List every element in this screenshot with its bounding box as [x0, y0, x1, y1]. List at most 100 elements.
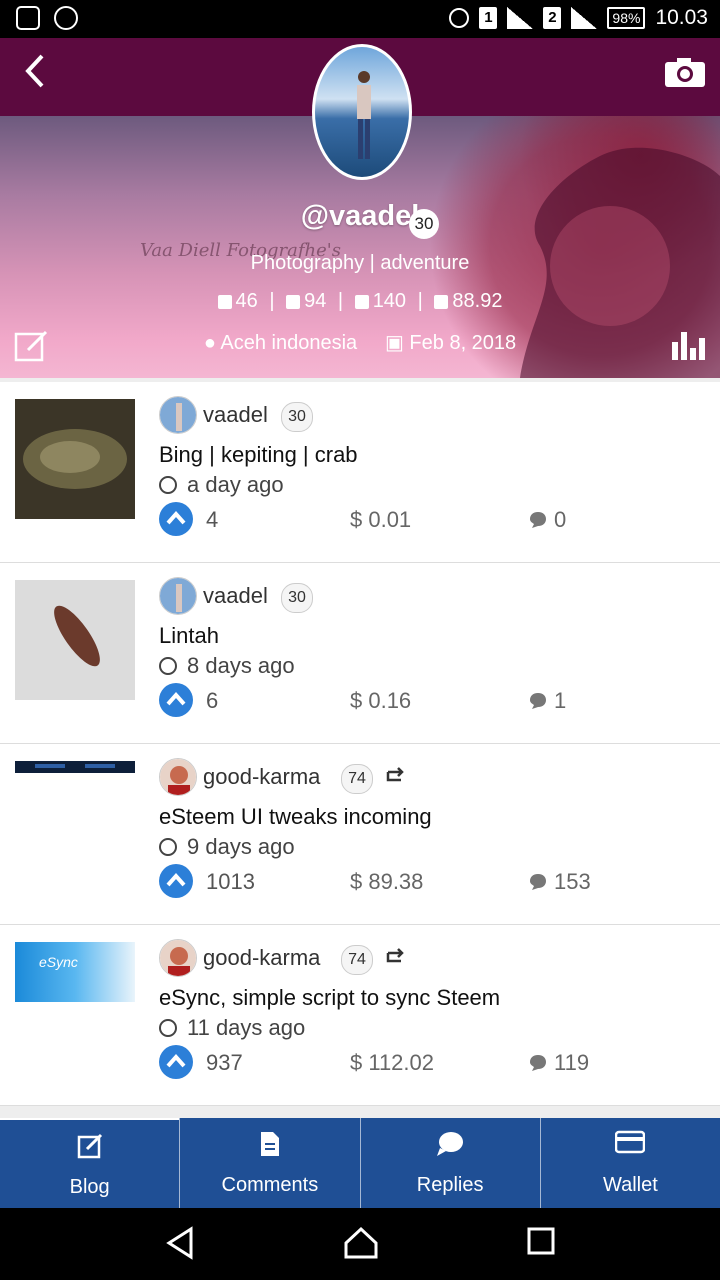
upvote-chevron-icon	[166, 691, 186, 706]
post-author[interactable]: good-karma	[203, 945, 320, 971]
post-author[interactable]: vaadel	[203, 402, 268, 428]
speech-bubble-icon	[437, 1132, 464, 1156]
comment-icon	[530, 1055, 546, 1071]
credit-card-icon	[615, 1130, 646, 1154]
post-time: 9 days ago	[187, 834, 295, 859]
post-time-row: 8 days ago	[159, 653, 295, 679]
blog-feed[interactable]: vaadel 30 Bing | kepiting | crab a day a…	[0, 378, 720, 1118]
profile-location-row: ● Aceh indonesia ▣ Feb 8, 2018	[0, 330, 720, 355]
upvote-button[interactable]	[159, 683, 193, 717]
post-title[interactable]: eSteem UI tweaks incoming	[159, 804, 432, 830]
author-reputation: 74	[341, 764, 373, 794]
tab-wallet[interactable]: Wallet	[539, 1118, 720, 1208]
back-button[interactable]	[18, 52, 50, 90]
post-time: a day ago	[187, 472, 284, 497]
upvote-chevron-icon	[166, 872, 186, 887]
camera-icon	[665, 58, 705, 87]
vote-count[interactable]: 937	[206, 1050, 243, 1076]
vote-count[interactable]: 4	[206, 507, 218, 533]
comment-icon	[530, 512, 546, 528]
tab-label: Comments	[221, 1174, 319, 1196]
comment-count[interactable]: 119	[554, 1050, 589, 1076]
edit-icon	[77, 1133, 102, 1159]
post-card[interactable]: vaadel 30 Lintah 8 days ago 6 $ 0.16 1	[0, 563, 720, 744]
comment-count[interactable]: 1	[554, 688, 566, 714]
post-thumbnail[interactable]	[15, 580, 135, 700]
post-author[interactable]: good-karma	[203, 764, 320, 790]
author-avatar[interactable]	[159, 577, 197, 615]
resteem-icon	[386, 948, 404, 963]
profile-avatar[interactable]	[312, 44, 412, 180]
post-author[interactable]: vaadel	[203, 583, 268, 609]
back-nav-icon[interactable]	[165, 1226, 195, 1260]
avatar-person-figure	[357, 71, 371, 159]
profile-location: Aceh indonesia	[220, 332, 358, 354]
post-time: 8 days ago	[187, 653, 295, 678]
post-title[interactable]: Bing | kepiting | crab	[159, 442, 358, 468]
followers-count: 94	[304, 290, 327, 312]
tab-label: Blog	[69, 1176, 110, 1198]
stats-chart-button[interactable]	[670, 328, 706, 360]
post-time-row: 11 days ago	[159, 1015, 305, 1041]
clock-icon	[159, 476, 177, 494]
post-thumbnail[interactable]	[15, 399, 135, 519]
tab-replies[interactable]: Replies	[359, 1118, 540, 1208]
camera-button[interactable]	[664, 56, 706, 88]
post-payout[interactable]: $ 112.02	[350, 1050, 434, 1076]
post-thumbnail[interactable]: eSync	[15, 942, 135, 1002]
upvote-chevron-icon	[166, 1053, 186, 1068]
post-title[interactable]: eSync, simple script to sync Steem	[159, 985, 500, 1011]
status-bar: 1 2 98% 10.03	[0, 0, 720, 38]
author-avatar[interactable]	[159, 939, 197, 977]
tab-label: Wallet	[602, 1174, 658, 1196]
post-time-row: 9 days ago	[159, 834, 295, 860]
posts-icon	[217, 294, 232, 309]
post-title[interactable]: Lintah	[159, 623, 219, 649]
sim1-indicator: 1	[479, 7, 498, 29]
tab-comments[interactable]: Comments	[179, 1118, 359, 1208]
post-payout[interactable]: $ 89.38	[350, 869, 423, 895]
avatar-image	[160, 578, 196, 614]
posts-count: 46	[235, 290, 258, 312]
clock-icon	[159, 657, 177, 675]
vote-count[interactable]: 6	[206, 688, 218, 714]
avatar-image	[160, 397, 196, 433]
profile-tab-bar: Blog Comments Replies Wallet	[0, 1118, 720, 1208]
home-nav-icon[interactable]	[343, 1226, 379, 1260]
clock-icon	[159, 1019, 177, 1037]
author-avatar[interactable]	[159, 396, 197, 434]
status-time: 10.03	[655, 6, 708, 29]
vote-count[interactable]: 1013	[206, 869, 255, 895]
upvote-chevron-icon	[166, 510, 186, 525]
post-time: 11 days ago	[187, 1015, 306, 1040]
avatar-image	[160, 940, 196, 976]
resteem-icon	[386, 767, 404, 782]
profile-username: @vaadel	[300, 200, 420, 232]
whatsapp-notification-icon	[54, 6, 78, 30]
tab-blog[interactable]: Blog	[0, 1118, 180, 1208]
post-payout[interactable]: $ 0.16	[350, 688, 411, 714]
post-card[interactable]: eSync good-karma 74 eSync, simple script…	[0, 925, 720, 1106]
author-reputation: 30	[281, 583, 313, 613]
clock-icon	[159, 838, 177, 856]
recents-nav-icon[interactable]	[526, 1226, 556, 1256]
signal-icon-2	[571, 7, 598, 29]
voting-power-icon	[434, 294, 449, 309]
battery-indicator: 98%	[607, 7, 646, 29]
post-payout[interactable]: $ 0.01	[350, 507, 411, 533]
post-card[interactable]: vaadel 30 Bing | kepiting | crab a day a…	[0, 382, 720, 563]
document-icon	[260, 1132, 279, 1156]
comment-count[interactable]: 0	[554, 507, 566, 533]
upvote-button[interactable]	[159, 1045, 193, 1079]
chat-notification-icon	[16, 6, 40, 30]
upvote-button[interactable]	[159, 502, 193, 536]
author-avatar[interactable]	[159, 758, 197, 796]
author-reputation: 74	[341, 945, 373, 975]
author-reputation: 30	[281, 402, 313, 432]
upvote-button[interactable]	[159, 864, 193, 898]
following-icon	[354, 294, 369, 309]
comment-count[interactable]: 153	[554, 869, 591, 895]
post-card[interactable]: good-karma 74 eSteem UI tweaks incoming …	[0, 744, 720, 925]
bar-chart-icon	[672, 332, 705, 360]
post-thumbnail[interactable]	[15, 761, 135, 773]
